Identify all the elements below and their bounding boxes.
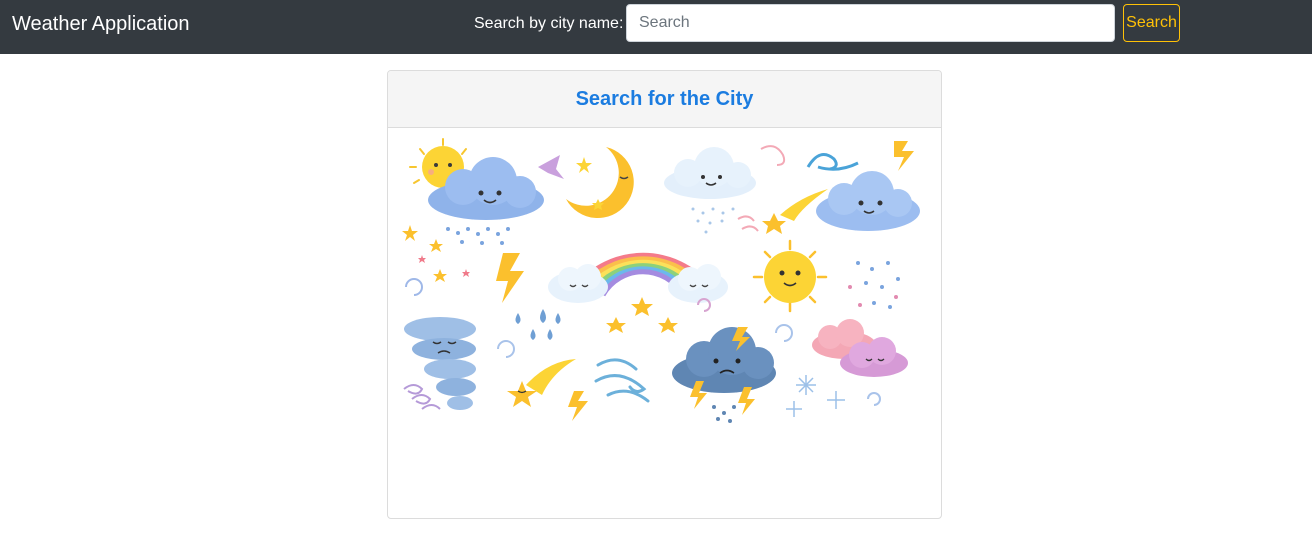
lightning-icon xyxy=(496,253,524,303)
wind-icon xyxy=(806,153,859,171)
snowflake-icon xyxy=(856,261,900,309)
card-header: Search for the City xyxy=(388,71,941,128)
star-icon xyxy=(606,297,678,333)
wind-icon xyxy=(594,358,650,403)
weather-card: Search for the City xyxy=(387,70,942,519)
lightning-icon xyxy=(894,141,914,171)
swirl-icon xyxy=(760,145,786,166)
snowflake-icon xyxy=(786,375,845,417)
bird-icon xyxy=(538,155,564,179)
moon-icon xyxy=(566,147,634,219)
cloud-snow-icon xyxy=(664,147,756,234)
raindrop-icon xyxy=(515,309,561,340)
weather-illustration xyxy=(402,138,920,423)
search-input[interactable] xyxy=(626,4,1115,42)
search-label: Search by city name: xyxy=(474,15,624,32)
navbar: Weather Application Search by city name:… xyxy=(0,0,1312,54)
lightning-icon xyxy=(568,391,588,421)
card-title: Search for the City xyxy=(575,87,754,110)
shooting-star-icon xyxy=(507,359,576,407)
cloud-pink-icon xyxy=(812,319,908,377)
storm-cloud-icon xyxy=(672,327,776,423)
search-button[interactable]: Search xyxy=(1123,4,1180,42)
sun-icon xyxy=(752,239,828,313)
star-icon xyxy=(402,225,447,282)
app-brand[interactable]: Weather Application xyxy=(12,11,190,37)
cloud-icon xyxy=(816,171,920,231)
